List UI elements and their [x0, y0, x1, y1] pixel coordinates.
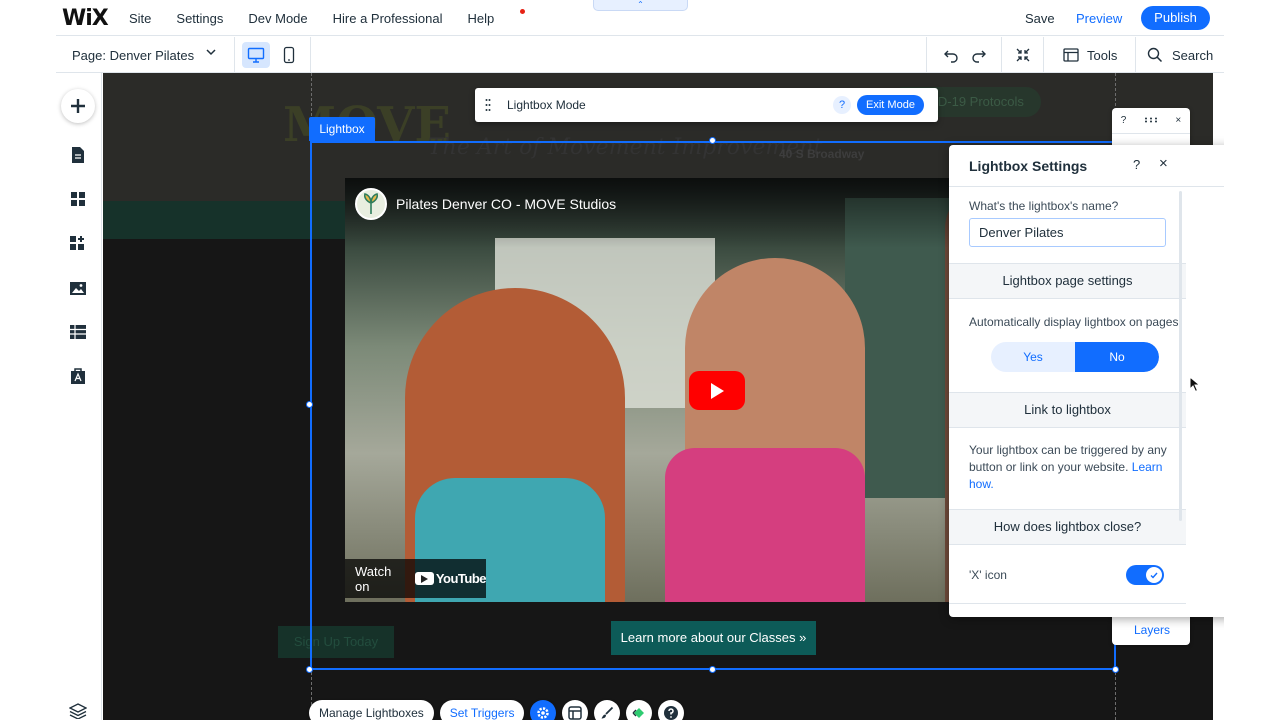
drag-handle-icon[interactable]: [485, 98, 491, 112]
check-icon: [1146, 567, 1162, 583]
settings-help-icon[interactable]: ?: [1133, 157, 1140, 172]
layers-button[interactable]: Layers: [1134, 623, 1170, 637]
chevron-down-icon[interactable]: [205, 46, 217, 61]
settings-header: Lightbox Settings ? ×: [949, 145, 1224, 187]
section-page-settings: Lightbox page settings: [949, 263, 1186, 299]
option-no[interactable]: No: [1075, 342, 1159, 372]
video-player[interactable]: Pilates Denver CO - MOVE Studios Watch o…: [345, 178, 1005, 602]
watch-on-label: Watch on: [355, 563, 392, 594]
search-button[interactable]: Search: [1172, 48, 1213, 63]
tools-icon[interactable]: [1061, 45, 1081, 65]
tools-button[interactable]: Tools: [1087, 48, 1117, 63]
top-nav: Site Settings Dev Mode Hire a Profession…: [129, 0, 544, 36]
auto-display-label: Automatically display lightbox on pages: [969, 315, 1179, 329]
option-yes[interactable]: Yes: [991, 342, 1075, 372]
notification-dot: [520, 8, 526, 14]
resize-handle[interactable]: [709, 666, 716, 673]
add-elements-icon[interactable]: [61, 89, 95, 123]
learn-more-button[interactable]: Learn more about our Classes »: [611, 621, 816, 655]
desktop-view-icon[interactable]: [242, 42, 270, 68]
watch-on-youtube-button[interactable]: Watch on YouTube: [345, 559, 487, 598]
exit-mode-button[interactable]: Exit Mode: [857, 95, 924, 115]
youtube-logo: YouTube: [414, 571, 487, 586]
set-triggers-button[interactable]: Set Triggers: [439, 700, 525, 720]
x-icon-switch[interactable]: [1126, 565, 1164, 585]
auto-display-toggle[interactable]: Yes No: [991, 342, 1159, 372]
sections-icon[interactable]: [67, 188, 89, 210]
manage-lightboxes-button[interactable]: Manage Lightboxes: [309, 700, 434, 720]
wix-logo[interactable]: WiX: [62, 6, 109, 31]
lightbox-mode-label: Lightbox Mode: [507, 98, 586, 112]
menu-help-label: Help: [467, 10, 495, 26]
help-icon[interactable]: ?: [833, 96, 851, 114]
settings-scrollbar[interactable]: [1179, 191, 1182, 521]
drag-handle-icon[interactable]: [1144, 115, 1158, 126]
page-selector[interactable]: Page: Denver Pilates: [72, 48, 194, 63]
youtube-play-icon: [414, 572, 434, 585]
zoom-out-icon[interactable]: [1013, 45, 1033, 65]
menu-hire-professional[interactable]: Hire a Professional: [333, 11, 443, 26]
wix-editor: WiX Site Settings Dev Mode Hire a Profes…: [56, 0, 1224, 720]
section-close: How does lightbox close?: [949, 509, 1186, 545]
divider: [949, 603, 1186, 604]
video-title[interactable]: Pilates Denver CO - MOVE Studios: [396, 196, 616, 212]
app-market-icon[interactable]: [67, 232, 89, 254]
divider: [1043, 37, 1044, 73]
undo-icon[interactable]: [941, 45, 961, 65]
section-link: Link to lightbox: [949, 392, 1186, 428]
cms-icon[interactable]: [67, 321, 89, 343]
top-bar: WiX Site Settings Dev Mode Hire a Profes…: [56, 0, 1224, 36]
resize-handle[interactable]: [1112, 666, 1119, 673]
resize-handle[interactable]: [709, 137, 716, 144]
divider: [234, 37, 235, 73]
help-circle-icon[interactable]: [658, 700, 685, 720]
menu-dev-mode[interactable]: Dev Mode: [248, 11, 307, 26]
lightbox-bottom-toolbar: Manage Lightboxes Set Triggers: [309, 698, 690, 720]
preview-button[interactable]: Preview: [1076, 11, 1122, 26]
divider: [1135, 37, 1136, 73]
pages-icon[interactable]: [67, 144, 89, 166]
lightbox-settings-panel: Lightbox Settings ? × What's the lightbo…: [949, 145, 1224, 617]
divider: [1001, 37, 1002, 73]
animation-icon[interactable]: [626, 700, 653, 720]
divider: [926, 37, 927, 73]
settings-gear-icon[interactable]: [530, 700, 557, 720]
mobile-view-icon[interactable]: [278, 42, 300, 68]
publish-button[interactable]: Publish: [1141, 6, 1210, 30]
video-title-shade: [345, 178, 1005, 248]
mouse-cursor-icon: [1189, 375, 1201, 398]
settings-title: Lightbox Settings: [969, 158, 1088, 174]
name-question: What's the lightbox's name?: [969, 199, 1119, 213]
link-description: Your lightbox can be triggered by any bu…: [969, 442, 1169, 493]
collapse-toolbar-handle[interactable]: ⌃: [593, 0, 688, 11]
x-icon-label: 'X' icon: [969, 568, 1007, 582]
redo-icon[interactable]: [969, 45, 989, 65]
layout-icon[interactable]: [562, 700, 589, 720]
resize-handle[interactable]: [306, 401, 313, 408]
menu-site[interactable]: Site: [129, 11, 151, 26]
menu-settings[interactable]: Settings: [176, 11, 223, 26]
lightbox-tag[interactable]: Lightbox: [309, 117, 375, 141]
left-rail: [56, 73, 102, 720]
menu-help[interactable]: Help: [467, 8, 526, 26]
channel-avatar[interactable]: [355, 188, 387, 220]
lightbox-mode-bar: Lightbox Mode ? Exit Mode: [475, 88, 938, 122]
editor-toolbar: Page: Denver Pilates Tools Search: [56, 37, 1224, 73]
mini-close-icon[interactable]: ×: [1175, 115, 1181, 126]
resize-handle[interactable]: [306, 666, 313, 673]
lightbox-name-input[interactable]: Denver Pilates: [969, 218, 1166, 247]
settings-close-icon[interactable]: ×: [1159, 155, 1168, 172]
mini-panel-header: ? ×: [1112, 108, 1190, 134]
mini-help-icon[interactable]: ?: [1121, 115, 1127, 126]
play-icon[interactable]: [689, 371, 745, 410]
business-icon[interactable]: [67, 365, 89, 387]
layers-stack-icon[interactable]: [67, 700, 89, 720]
divider: [310, 37, 311, 73]
video-person: [665, 448, 865, 602]
design-brush-icon[interactable]: [594, 700, 621, 720]
search-icon[interactable]: [1145, 45, 1165, 65]
youtube-wordmark: YouTube: [435, 571, 487, 586]
media-icon[interactable]: [67, 277, 89, 299]
save-button[interactable]: Save: [1025, 11, 1055, 26]
